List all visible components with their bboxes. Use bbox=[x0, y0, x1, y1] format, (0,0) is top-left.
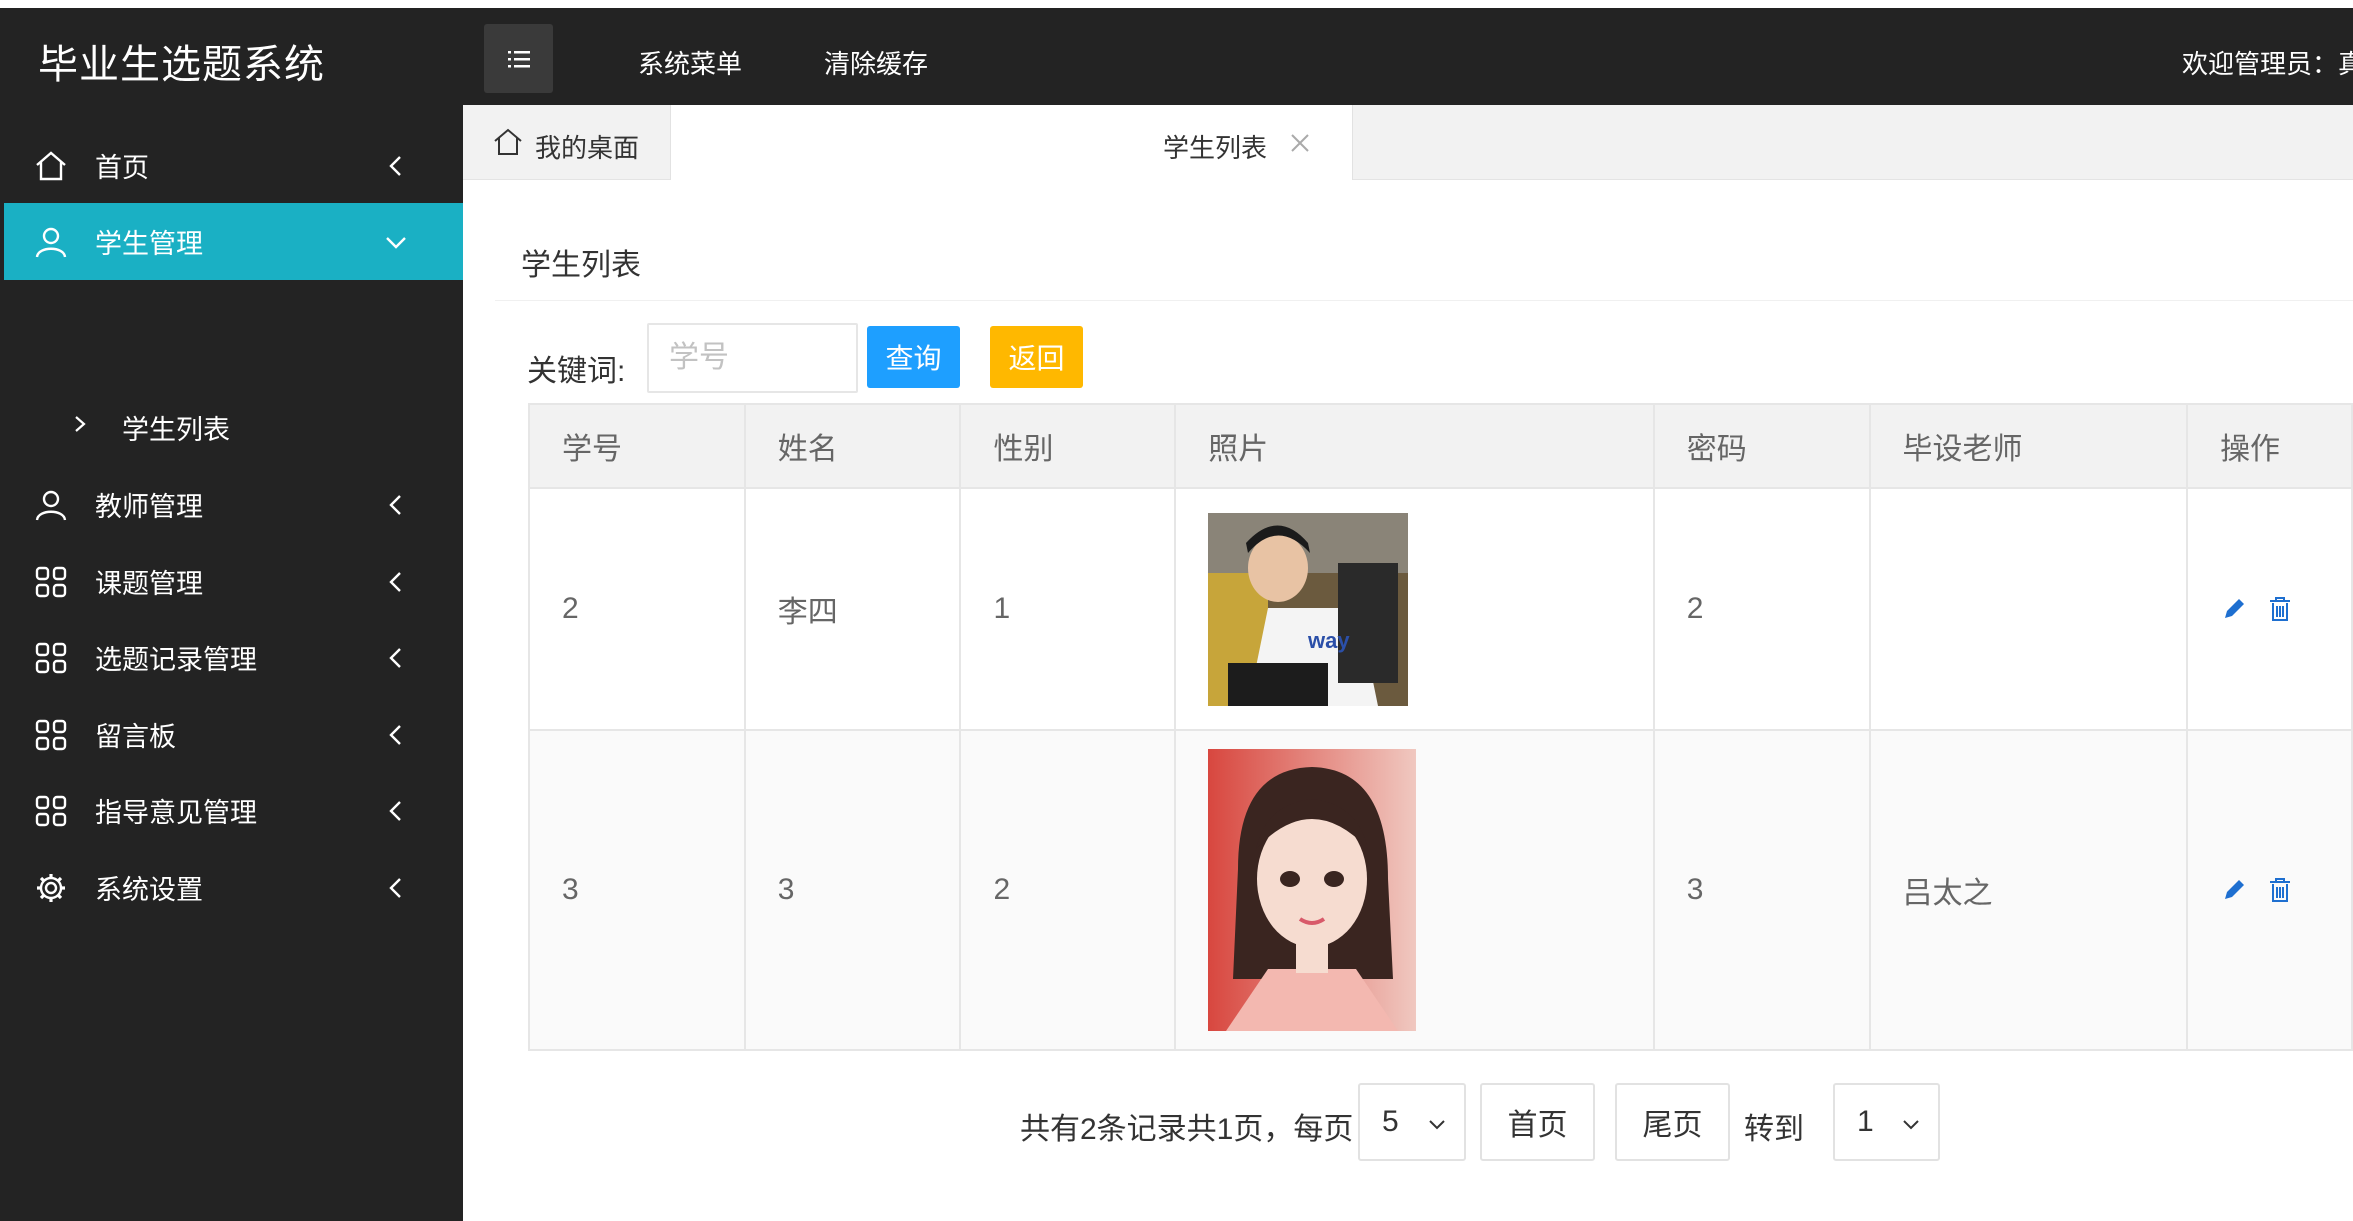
sidebar-item-topic-management[interactable]: 课题管理 bbox=[4, 543, 463, 620]
column-header-password: 密码 bbox=[1652, 403, 1871, 489]
cell-password: 3 bbox=[1652, 729, 1871, 1051]
welcome-user[interactable]: 欢迎管理员：真 bbox=[2182, 44, 2353, 81]
sidebar-item-message-board[interactable]: 留言板 bbox=[4, 696, 463, 773]
last-page-button[interactable]: 尾页 bbox=[1615, 1083, 1730, 1161]
sidebar-item-label: 学生管理 bbox=[95, 229, 203, 259]
column-header-teacher: 毕设老师 bbox=[1868, 403, 2189, 489]
edit-icon[interactable] bbox=[2220, 876, 2248, 904]
sidebar-item-label: 留言板 bbox=[95, 722, 176, 752]
student-photo[interactable]: way bbox=[1208, 512, 1409, 706]
sidebar-item-system-settings[interactable]: 系统设置 bbox=[4, 849, 463, 926]
chevron-down-icon bbox=[386, 236, 406, 249]
user-icon bbox=[35, 227, 67, 257]
chevron-left-icon bbox=[389, 571, 401, 592]
student-table: 学号 姓名 性别 照片 密码 毕设老师 操作 2 李四 1 way 2 3 3 … bbox=[528, 403, 2353, 1051]
cell-photo: way bbox=[1174, 487, 1655, 731]
sidebar-item-label: 选题记录管理 bbox=[95, 645, 257, 675]
sidebar-item-selection-records[interactable]: 选题记录管理 bbox=[4, 619, 463, 696]
cell-actions bbox=[2186, 487, 2353, 731]
student-photo[interactable] bbox=[1208, 749, 1417, 1031]
sidebar-item-home[interactable]: 首页 bbox=[4, 127, 463, 204]
list-icon bbox=[507, 50, 530, 67]
cell-id: 3 bbox=[528, 729, 746, 1051]
sidebar-item-guidance-management[interactable]: 指导意见管理 bbox=[4, 772, 463, 849]
grid-icon bbox=[35, 642, 67, 673]
grid-icon bbox=[35, 719, 67, 750]
sidebar-item-teacher-management[interactable]: 教师管理 bbox=[4, 466, 463, 543]
cell-gender: 1 bbox=[959, 487, 1177, 731]
first-page-button[interactable]: 首页 bbox=[1480, 1083, 1595, 1161]
cell-name: 3 bbox=[743, 729, 962, 1051]
table-row: 2 李四 1 way 2 bbox=[528, 487, 2353, 731]
app-logo-title: 毕业生选题系统 bbox=[38, 43, 325, 87]
page-size-select[interactable]: 5 bbox=[1358, 1083, 1466, 1161]
table-header-row: 学号 姓名 性别 照片 密码 毕设老师 操作 bbox=[528, 403, 2353, 489]
chevron-right-icon bbox=[75, 416, 86, 432]
sidebar: 首页 学生管理 学生列表 教师管理 课题管理 选题记录管理 留言板 指导意见管理… bbox=[0, 105, 463, 1221]
sidebar-item-label: 首页 bbox=[95, 153, 149, 183]
goto-page-select[interactable]: 1 bbox=[1833, 1083, 1940, 1161]
menu-toggle-button[interactable] bbox=[484, 24, 553, 93]
table-row: 3 3 2 3 吕太之 bbox=[528, 729, 2353, 1051]
user-icon bbox=[35, 490, 67, 520]
tab-label: 学生列表 bbox=[1163, 133, 1268, 163]
chevron-down-icon bbox=[1903, 1120, 1919, 1130]
column-header-gender: 性别 bbox=[959, 403, 1177, 489]
top-header: 毕业生选题系统 系统菜单 清除缓存 欢迎管理员：真 bbox=[0, 0, 2353, 105]
svg-text:way: way bbox=[1307, 628, 1350, 653]
column-header-id: 学号 bbox=[528, 403, 746, 489]
edit-icon[interactable] bbox=[2220, 595, 2248, 623]
column-header-photo: 照片 bbox=[1174, 403, 1655, 489]
title-divider bbox=[495, 300, 2353, 301]
sidebar-item-label: 系统设置 bbox=[95, 875, 203, 905]
column-header-name: 姓名 bbox=[743, 403, 962, 489]
close-icon[interactable] bbox=[1289, 132, 1311, 154]
search-button[interactable]: 查询 bbox=[867, 326, 960, 388]
page-size-value: 5 bbox=[1382, 1105, 1399, 1138]
cell-photo bbox=[1174, 729, 1655, 1051]
sidebar-subitem-student-list[interactable]: 学生列表 bbox=[0, 390, 463, 462]
cell-name: 李四 bbox=[743, 487, 962, 731]
sidebar-item-student-management[interactable]: 学生管理 bbox=[4, 203, 463, 280]
sidebar-item-label: 指导意见管理 bbox=[95, 798, 257, 828]
grid-icon bbox=[35, 795, 67, 826]
sidebar-subitem-label: 学生列表 bbox=[122, 415, 230, 445]
home-icon bbox=[494, 128, 522, 155]
chevron-left-icon bbox=[389, 155, 401, 176]
cell-password: 2 bbox=[1652, 487, 1871, 731]
cell-actions bbox=[2186, 729, 2353, 1051]
cell-gender: 2 bbox=[959, 729, 1177, 1051]
sidebar-item-label: 教师管理 bbox=[95, 492, 203, 522]
back-button[interactable]: 返回 bbox=[990, 326, 1083, 388]
chevron-left-icon bbox=[389, 724, 401, 745]
cell-id: 2 bbox=[528, 487, 746, 731]
pagination-summary: 共有2条记录共1页，每页 bbox=[1020, 1113, 1354, 1146]
top-nav-system-menu[interactable]: 系统菜单 bbox=[638, 44, 742, 81]
gear-icon bbox=[37, 873, 65, 902]
tab-label: 我的桌面 bbox=[535, 133, 640, 163]
chevron-left-icon bbox=[389, 494, 401, 515]
grid-icon bbox=[35, 566, 67, 597]
tab-my-desktop[interactable]: 我的桌面 bbox=[463, 105, 671, 180]
chevron-left-icon bbox=[389, 800, 401, 821]
goto-label: 转到 bbox=[1744, 1113, 1804, 1146]
keyword-label: 关键词: bbox=[527, 355, 626, 388]
cell-teacher: 吕太之 bbox=[1868, 729, 2189, 1051]
chevron-left-icon bbox=[389, 647, 401, 668]
tab-bar: 我的桌面 学生列表 bbox=[463, 105, 2353, 181]
top-nav-clear-cache[interactable]: 清除缓存 bbox=[824, 44, 928, 81]
chevron-down-icon bbox=[1429, 1120, 1445, 1130]
chevron-left-icon bbox=[389, 877, 401, 898]
goto-page-value: 1 bbox=[1857, 1105, 1874, 1138]
delete-icon[interactable] bbox=[2266, 595, 2294, 623]
home-icon bbox=[36, 150, 66, 180]
page-title: 学生列表 bbox=[521, 249, 641, 282]
cell-teacher bbox=[1868, 487, 2189, 731]
tab-student-list[interactable]: 学生列表 bbox=[671, 105, 1353, 181]
sidebar-item-label: 课题管理 bbox=[95, 569, 203, 599]
column-header-actions: 操作 bbox=[2186, 403, 2353, 489]
search-input[interactable] bbox=[647, 323, 858, 393]
delete-icon[interactable] bbox=[2266, 876, 2294, 904]
